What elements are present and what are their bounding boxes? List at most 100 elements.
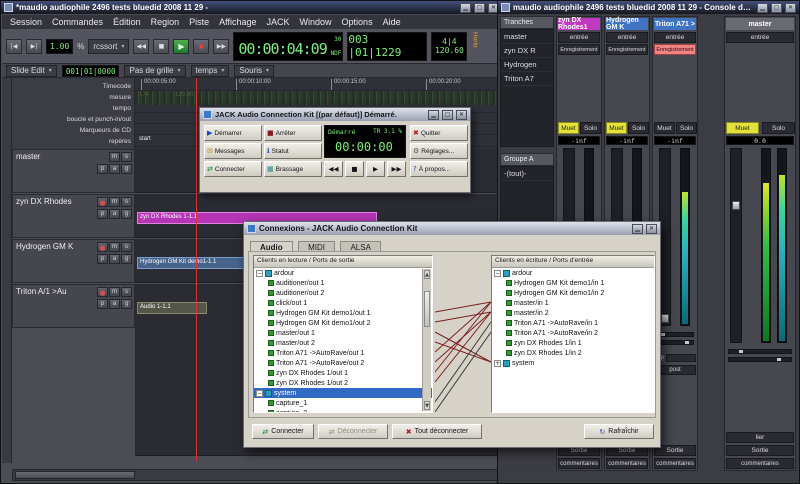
connect-button[interactable]: ⇄ Connecter [252, 424, 314, 439]
client-item[interactable]: + system [492, 358, 654, 368]
maximize-icon[interactable]: ▢ [474, 2, 485, 13]
horizontal-scrollbar[interactable] [12, 469, 501, 481]
solo-button[interactable]: Solo [676, 122, 697, 134]
port-item[interactable]: Hydrogen GM Kit demo1/out 2 [254, 318, 432, 328]
grid-combo[interactable]: Pas de grille ▾ [124, 64, 186, 77]
playlist-button[interactable]: p [97, 164, 108, 174]
strip-list-item[interactable]: master [501, 30, 553, 44]
input-button[interactable]: entrée [726, 32, 794, 43]
comments-button[interactable]: commentaires [726, 458, 794, 469]
patchbay-button[interactable]: ▦ Brassage [264, 161, 322, 177]
transport-play-button[interactable]: ▶ [366, 161, 385, 177]
timecode-ruler[interactable]: 00:00:05:00 00:00:10:00 00:00:15:00 00:0… [135, 78, 501, 91]
port-item[interactable]: master/out 2 [254, 338, 432, 348]
automation-button[interactable]: a [109, 254, 120, 264]
start-marker[interactable]: start [139, 136, 151, 142]
record-enable-button[interactable]: Enregistrement [558, 44, 600, 55]
port-item[interactable]: zyn DX Rhodes 1/in 2 [492, 348, 654, 358]
disconnect-all-button[interactable]: ✖ Tout déconnecter [392, 424, 482, 439]
track-header-triton[interactable]: Triton A/1 >Au ● m s p a g [12, 284, 135, 328]
strip-list-item[interactable]: Triton A7 [501, 72, 553, 86]
goto-end-button[interactable]: ▶| [26, 38, 42, 54]
client-item-selected[interactable]: − system [254, 388, 432, 398]
record-button[interactable]: ● [193, 38, 210, 54]
menu-aide[interactable]: Aide [383, 17, 401, 27]
track-header-zyn[interactable]: zyn DX Rhodes ● m s p a g [12, 194, 135, 238]
pan-slider[interactable] [728, 349, 792, 354]
port-item[interactable]: master/out 1 [254, 328, 432, 338]
meter-tempo-display[interactable]: 4|4 120.60 [431, 31, 468, 61]
group-button[interactable]: g [121, 209, 132, 219]
port-item[interactable]: auditioner/out 2 [254, 288, 432, 298]
pan-slider[interactable] [656, 332, 694, 337]
solo-button[interactable]: s [121, 242, 132, 252]
menu-piste[interactable]: Piste [189, 17, 209, 27]
solo-button[interactable]: Solo [762, 122, 795, 134]
stop-button[interactable]: ■ [153, 38, 170, 54]
playlist-button[interactable]: p [97, 209, 108, 219]
fader-handle[interactable] [732, 201, 740, 210]
input-ports-header[interactable]: Clients en écriture / Ports d'entrée [492, 256, 654, 268]
strip-name-button[interactable]: zyn DX Rhodes1 [558, 17, 600, 31]
automation-button[interactable]: a [109, 209, 120, 219]
mute-button[interactable]: Muet [726, 122, 759, 134]
input-button[interactable]: entrée [654, 32, 696, 43]
port-item[interactable]: zyn DX Rhodes 1/in 1 [492, 338, 654, 348]
playlist-button[interactable]: p [97, 299, 108, 309]
gain-display[interactable]: 0.0 [726, 136, 794, 145]
group-button[interactable]: g [121, 164, 132, 174]
ruler-label-mesure[interactable]: mesure [12, 92, 131, 103]
client-item[interactable]: − ardour [492, 268, 654, 278]
disconnect-button[interactable]: ⇄ Déconnecter [318, 424, 388, 439]
record-enable-icon[interactable]: ● [97, 287, 108, 297]
pan-slider[interactable] [656, 340, 694, 345]
edit-point-combo[interactable]: Souris ▾ [234, 64, 275, 77]
strip-name-button[interactable]: master [726, 18, 794, 30]
port-item[interactable]: Triton A71 ->AutoRave/in 1 [492, 318, 654, 328]
qjackctl-titlebar[interactable]: JACK Audio Connection Kit [(par défaut)]… [200, 108, 470, 121]
quit-button[interactable]: ✖ Quitter [410, 125, 468, 141]
speed-display[interactable]: 1.00 [46, 38, 74, 54]
ruler-label-timecode[interactable]: Timecode [12, 81, 131, 92]
connect-button[interactable]: ⇄ Connecter [204, 161, 262, 177]
port-item[interactable]: Triton A71 ->AutoRave/out 2 [254, 358, 432, 368]
port-item[interactable]: master/in 1 [492, 298, 654, 308]
group-combo[interactable] [666, 354, 696, 362]
group-list-item[interactable]: -(tout)- [501, 167, 553, 181]
stop-button[interactable]: ■ Arrêter [264, 125, 322, 141]
scroll-down-icon[interactable]: ▼ [424, 401, 430, 410]
scroll-up-icon[interactable]: ▲ [424, 270, 430, 279]
automation-button[interactable]: a [109, 164, 120, 174]
menu-region[interactable]: Region [151, 17, 180, 27]
timecode-clock[interactable]: 00:00:04:09 30 NDF [233, 31, 344, 61]
solo-button[interactable]: Solo [628, 122, 649, 134]
port-item[interactable]: capture_1 [254, 398, 432, 408]
port-item[interactable]: Hydrogen GM Kit demo1/in 2 [492, 288, 654, 298]
status-button[interactable]: ℹ Statut [264, 143, 322, 159]
menu-session[interactable]: Session [10, 17, 42, 27]
editor-titlebar[interactable]: *maudio audiophile 2496 tests bluedid 20… [1, 1, 502, 14]
minimize-icon[interactable]: ▁ [632, 223, 643, 234]
solo-button[interactable]: Solo [580, 122, 601, 134]
pan-handle[interactable] [685, 341, 689, 344]
connections-titlebar[interactable]: Connexions - JACK Audio Connection Kit ▁… [244, 222, 660, 235]
bbt-clock[interactable]: 003 |01|1229 [347, 31, 428, 61]
ruler-label-punch[interactable]: boucle et punch-in/out [12, 114, 131, 125]
gain-display[interactable]: -inf [606, 136, 648, 145]
client-item[interactable]: − ardour [254, 268, 432, 278]
minimize-icon[interactable]: ▁ [757, 2, 768, 13]
menu-affichage[interactable]: Affichage [219, 17, 256, 27]
port-item[interactable]: Hydrogen GM Kit demo1/out 1 [254, 308, 432, 318]
solo-button[interactable]: s [121, 152, 132, 162]
port-item[interactable]: capture_2 [254, 408, 432, 412]
refresh-button[interactable]: ↻ Rafraîchir [584, 424, 654, 439]
gain-display[interactable]: -inf [654, 136, 696, 145]
strip-list-item[interactable]: zyn DX R [501, 44, 553, 58]
playhead[interactable] [196, 78, 197, 461]
close-icon[interactable]: ✕ [646, 223, 657, 234]
output-ports-header[interactable]: Clients en lecture / Ports de sortie [254, 256, 432, 268]
track-header-hydrogen[interactable]: Hydrogen GM K ● m s p a g [12, 239, 135, 283]
menu-commandes[interactable]: Commandes [52, 17, 103, 27]
goto-start-button[interactable]: |◀ [6, 38, 22, 54]
solo-button[interactable]: s [121, 287, 132, 297]
